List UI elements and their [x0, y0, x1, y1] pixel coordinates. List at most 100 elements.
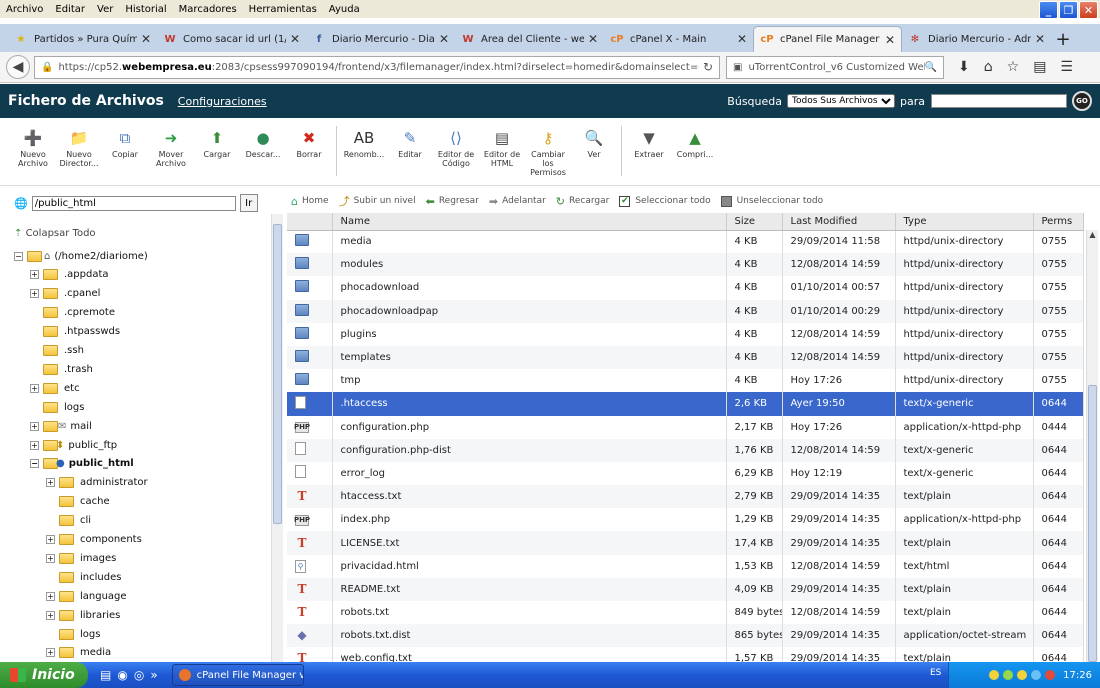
back-button[interactable]: ◀: [6, 55, 30, 79]
close-tab-icon[interactable]: ✕: [737, 32, 747, 46]
language-indicator[interactable]: ES: [930, 668, 941, 678]
file-name[interactable]: templates: [332, 345, 727, 370]
toolbar-button[interactable]: ▤ Editor de HTML: [479, 118, 525, 185]
menu-item-archivo[interactable]: Archivo: [0, 4, 49, 15]
close-tab-icon[interactable]: ✕: [141, 32, 151, 46]
file-name[interactable]: media: [332, 230, 727, 254]
browser-tab[interactable]: cP cPanel X - Main ✕: [604, 26, 753, 52]
tree-item[interactable]: cache: [46, 493, 110, 511]
expand-toggle-icon[interactable]: +: [30, 440, 39, 450]
bookmarks-icon[interactable]: ▤: [1033, 59, 1046, 75]
nav-back-button[interactable]: ⬅ Regresar: [426, 195, 479, 208]
tree-item[interactable]: − ⌂ (/home2/diariome): [14, 247, 148, 265]
tree-item[interactable]: + ✉ mail: [30, 417, 92, 435]
file-row[interactable]: PHP configuration.php 2,17 KB Hoy 17:26 appl…: [287, 415, 1084, 439]
toolbar-button[interactable]: 🔍 Ver: [571, 118, 617, 185]
file-row[interactable]: tmp 4 KB Hoy 17:26 httpd/unix-directory 0755: [287, 369, 1084, 393]
tree-item[interactable]: cli: [46, 512, 91, 530]
file-row[interactable]: modules 4 KB 12/08/2014 14:59 httpd/unix-di…: [287, 253, 1084, 277]
expand-toggle-icon[interactable]: −: [30, 459, 39, 469]
tray-icon[interactable]: [1031, 670, 1042, 680]
tree-item[interactable]: .cpremote: [30, 304, 115, 322]
file-name[interactable]: LICENSE.txt: [332, 531, 727, 555]
expand-toggle-icon[interactable]: +: [30, 421, 39, 431]
file-name[interactable]: .htaccess: [332, 392, 727, 416]
unselect-all-button[interactable]: Unseleccionar todo: [720, 195, 823, 207]
close-button[interactable]: ✕: [1079, 1, 1098, 19]
toolbar-button[interactable]: ▼ Extraer: [626, 118, 672, 185]
menu-item-ver[interactable]: Ver: [91, 4, 119, 15]
tree-item[interactable]: + language: [46, 587, 127, 605]
menu-item-ayuda[interactable]: Ayuda: [323, 4, 366, 15]
home-icon[interactable]: ⌂: [984, 59, 993, 75]
tree-item[interactable]: + ⬍ public_ftp: [30, 436, 117, 454]
file-row[interactable]: ⚲ privacidad.html 1,53 KB 12/08/2014 14:59 t…: [287, 554, 1084, 578]
column-header-name[interactable]: Name: [332, 213, 727, 231]
close-tab-icon[interactable]: ✕: [588, 32, 598, 46]
toolbar-button[interactable]: ✖ Borrar: [286, 118, 332, 185]
browser-tab[interactable]: W Como sacar id url (1/1... ✕: [157, 26, 306, 52]
url-bar[interactable]: 🔒 https://cp52. webempresa.eu:2083/cpsess…: [34, 55, 720, 79]
close-tab-icon[interactable]: ✕: [1035, 32, 1045, 46]
search-icon[interactable]: 🔍: [925, 62, 937, 73]
tree-item[interactable]: + etc: [30, 379, 80, 397]
expand-toggle-icon[interactable]: +: [46, 553, 55, 563]
toolbar-button[interactable]: ➕ Nuevo Archivo: [10, 118, 56, 185]
menu-item-historial[interactable]: Historial: [119, 4, 172, 15]
media-icon[interactable]: ◉: [117, 668, 127, 682]
column-header-type[interactable]: Type: [895, 213, 1034, 231]
nav-up-level-button[interactable]: ⤴ Subir un nivel: [339, 193, 416, 209]
tree-item[interactable]: includes: [46, 568, 121, 586]
search-engine-icon[interactable]: ▣: [733, 62, 742, 73]
menu-icon[interactable]: ☰: [1060, 59, 1073, 75]
tree-scrollbar[interactable]: [271, 214, 283, 662]
file-row[interactable]: Trobots.txt 849 bytes 12/08/2014 14:59 text…: [287, 601, 1084, 625]
tree-item[interactable]: − ● public_html: [30, 455, 134, 473]
expand-toggle-icon[interactable]: +: [46, 610, 55, 620]
taskbar-item-firefox[interactable]: cPanel File Manager v...: [171, 664, 304, 686]
toolbar-button[interactable]: AB Renomb...: [341, 118, 387, 185]
search-input[interactable]: [931, 94, 1067, 108]
bookmark-star-icon[interactable]: ☆: [1007, 59, 1020, 75]
file-name[interactable]: modules: [332, 253, 727, 277]
expand-toggle-icon[interactable]: −: [14, 251, 23, 261]
file-name[interactable]: tmp: [332, 369, 727, 393]
maximize-button[interactable]: ❐: [1059, 1, 1078, 19]
file-name[interactable]: phocadownloadpap: [332, 299, 727, 323]
menu-item-editar[interactable]: Editar: [49, 4, 91, 15]
file-name[interactable]: htaccess.txt: [332, 485, 727, 509]
start-button[interactable]: Inicio: [0, 662, 88, 688]
file-row[interactable]: T LICENSE.txt 17,4 KB 29/09/2014 14:35 text/…: [287, 531, 1084, 555]
toolbar-button[interactable]: 📁 Nuevo Director...: [56, 118, 102, 185]
file-name[interactable]: configuration.php: [332, 415, 727, 439]
go-button[interactable]: GO: [1072, 91, 1092, 111]
tree-item[interactable]: + components: [46, 531, 142, 549]
nav-home-button[interactable]: ⌂ Home: [291, 195, 329, 208]
browser-tab[interactable]: ✻ Diario Mercurio - Admi... ✕: [902, 26, 1051, 52]
tree-item[interactable]: + .cpanel: [30, 285, 100, 303]
file-name[interactable]: web.config.txt: [332, 647, 727, 662]
expand-toggle-icon[interactable]: +: [46, 535, 55, 544]
toolbar-button[interactable]: ➜ Mover Archivo: [148, 118, 194, 185]
expand-toggle-icon[interactable]: +: [30, 270, 39, 280]
expand-toggle-icon[interactable]: +: [46, 591, 55, 601]
file-row[interactable]: media 4 KB 29/09/2014 11:58 httpd/unix-dire…: [287, 230, 1084, 254]
file-name[interactable]: plugins: [332, 322, 727, 346]
column-header-last-modified[interactable]: Last Modified: [782, 213, 896, 231]
close-tab-icon[interactable]: ✕: [439, 32, 449, 46]
scroll-up-icon[interactable]: ▲: [1088, 230, 1097, 240]
select-all-button[interactable]: ✔ Seleccionar todo: [619, 195, 711, 207]
file-name[interactable]: robots.txt: [332, 601, 727, 625]
file-name[interactable]: robots.txt.dist: [332, 624, 727, 648]
toolbar-button[interactable]: ▲ Compri...: [672, 118, 718, 185]
tree-item[interactable]: .trash: [30, 360, 93, 378]
tray-icon[interactable]: [1045, 670, 1056, 680]
menu-item-marcadores[interactable]: Marcadores: [173, 4, 243, 15]
file-row[interactable]: phocadownloadpap 4 KB 01/10/2014 00:29 http…: [287, 299, 1084, 323]
close-tab-icon[interactable]: ✕: [290, 32, 300, 46]
file-row[interactable]: T README.txt 4,09 KB 29/09/2014 14:35 text/p…: [287, 577, 1084, 601]
nav-forward-button[interactable]: ➡ Adelantar: [489, 195, 546, 208]
close-tab-icon[interactable]: ✕: [885, 33, 895, 47]
file-scroll-thumb[interactable]: [1088, 385, 1097, 662]
toolbar-button[interactable]: ⟨⟩ Editor de Código: [433, 118, 479, 185]
